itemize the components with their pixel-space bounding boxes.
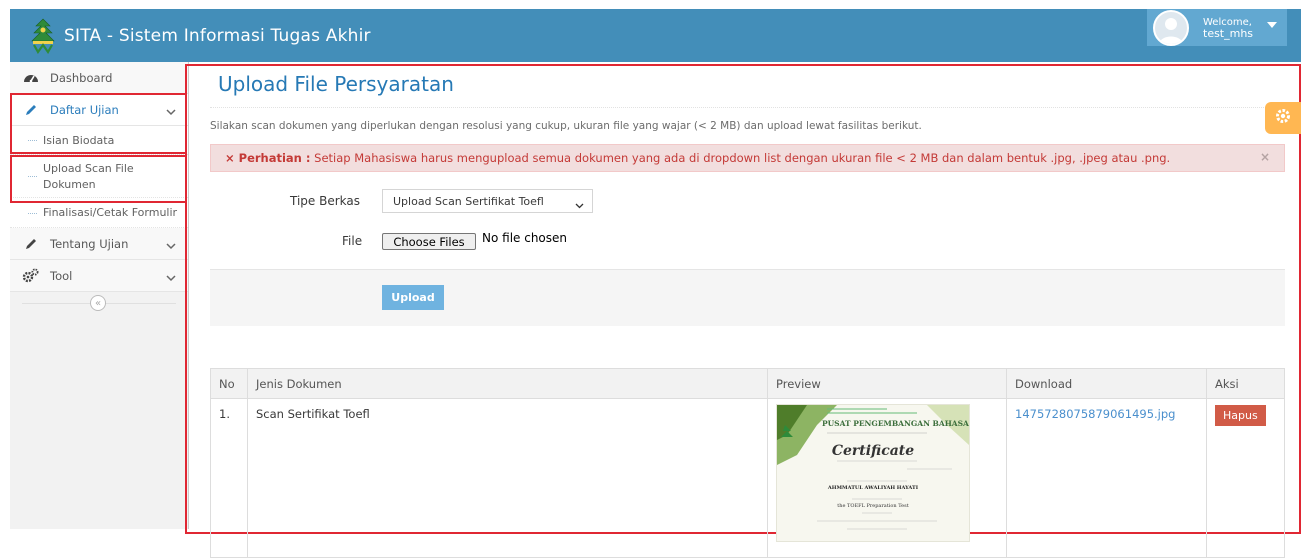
brand[interactable]: SITA - Sistem Informasi Tugas Akhir (28, 18, 371, 54)
sidebar-item-label: Tool (50, 268, 73, 283)
file-status: No file chosen (482, 231, 568, 245)
cell-jenis: Scan Sertifikat Toefl (247, 398, 768, 558)
sidebar-item-isian-biodata[interactable]: Isian Biodata (10, 126, 188, 155)
sidebar-item-daftar-ujian[interactable]: Daftar Ujian (10, 94, 188, 126)
cell-preview: PUSAT PENGEMBANGAN BAHASA Certificate AH… (767, 398, 1007, 558)
divider (210, 107, 1286, 108)
intro-text: Silakan scan dokumen yang diperlukan den… (210, 120, 922, 132)
sidebar-item-tentang-ujian[interactable]: Tentang Ujian (10, 228, 188, 260)
sidebar-item-upload-scan[interactable]: Upload Scan File Dokumen (10, 155, 188, 198)
close-icon[interactable]: × (1260, 150, 1270, 164)
sidebar-item-label: Isian Biodata (43, 133, 115, 147)
sidebar-item-label: Finalisasi/Cetak Formulir (43, 206, 178, 219)
settings-button[interactable] (1265, 102, 1301, 134)
table-header-row: No Jenis Dokumen Preview Download Aksi (210, 368, 1285, 399)
cell-aksi: Hapus (1206, 398, 1285, 558)
username: test_mhs (1203, 26, 1254, 40)
gear-icon (1274, 107, 1292, 129)
col-no[interactable]: No (210, 368, 248, 399)
sidebar-item-label: Tentang Ujian (50, 236, 129, 251)
sidebar-item-label: Daftar Ujian (50, 102, 119, 117)
form-actions: Upload (210, 269, 1285, 326)
table-row: 1. Scan Sertifikat Toefl PUSAT PENGEMBAN… (210, 398, 1285, 558)
sidebar-item-label: Upload Scan File Dokumen (43, 162, 134, 191)
sidebar-item-finalisasi[interactable]: Finalisasi/Cetak Formulir (10, 198, 188, 228)
times-icon: × (225, 151, 235, 165)
cogs-icon (22, 267, 40, 285)
chevron-down-icon (166, 239, 176, 253)
navbar: SITA - Sistem Informasi Tugas Akhir Welc… (10, 9, 1301, 62)
choose-files-button[interactable]: Choose Files (382, 233, 476, 250)
user-menu[interactable]: Welcome, test_mhs (1147, 9, 1287, 46)
app-title: SITA - Sistem Informasi Tugas Akhir (64, 26, 371, 46)
chevron-down-icon (575, 199, 584, 212)
welcome-text: Welcome, (1203, 16, 1252, 28)
cert-org: PUSAT PENGEMBANGAN BAHASA (822, 419, 969, 428)
col-download[interactable]: Download (1006, 368, 1207, 399)
download-link[interactable]: 1475728075879061495.jpg (1015, 407, 1175, 421)
cell-download: 1475728075879061495.jpg (1006, 398, 1207, 558)
cert-heading: Certificate (831, 443, 915, 459)
cell-no: 1. (210, 398, 248, 558)
pencil-icon (22, 235, 40, 253)
caret-down-icon (1267, 22, 1277, 28)
upload-button[interactable]: Upload (382, 285, 444, 310)
col-preview[interactable]: Preview (767, 368, 1007, 399)
sidebar-item-tool[interactable]: Tool (10, 260, 188, 292)
logo-icon (28, 18, 58, 54)
alert-text: Setiap Mahasiswa harus mengupload semua … (310, 151, 1171, 165)
select-value: Upload Scan Sertifikat Toefl (393, 194, 544, 208)
col-aksi[interactable]: Aksi (1206, 368, 1285, 399)
col-jenis-dokumen[interactable]: Jenis Dokumen (247, 368, 768, 399)
sidebar-item-dashboard[interactable]: Dashboard (10, 62, 188, 94)
chevron-down-icon (166, 271, 176, 285)
pencil-icon (22, 101, 40, 119)
sidebar: Dashboard Daftar Ujian Isian Biodata Upl… (10, 62, 189, 529)
double-chevron-left-icon[interactable]: « (90, 295, 106, 311)
certificate-preview-image[interactable]: PUSAT PENGEMBANGAN BAHASA Certificate AH… (776, 404, 970, 542)
tipe-berkas-label: Tipe Berkas (290, 194, 361, 208)
alert-box: × Perhatian : Setiap Mahasiswa harus men… (210, 144, 1285, 172)
hapus-button[interactable]: Hapus (1215, 405, 1266, 426)
chevron-down-icon (166, 105, 176, 119)
documents-table: No Jenis Dokumen Preview Download Aksi 1… (210, 368, 1285, 558)
tipe-berkas-select[interactable]: Upload Scan Sertifikat Toefl (382, 189, 593, 213)
cert-recipient: AHMMATUL AWALIYAH HAYATI (827, 485, 919, 491)
sidebar-item-label: Dashboard (50, 70, 113, 85)
user-avatar-icon (1153, 9, 1189, 46)
page-title: Upload File Persyaratan (218, 72, 454, 96)
dashboard-icon (22, 69, 40, 87)
sidebar-collapse: « (10, 293, 188, 313)
alert-strong: Perhatian : (238, 151, 311, 165)
file-label: File (342, 234, 363, 248)
cert-test: the TOEFL Preparation Test (837, 503, 909, 509)
